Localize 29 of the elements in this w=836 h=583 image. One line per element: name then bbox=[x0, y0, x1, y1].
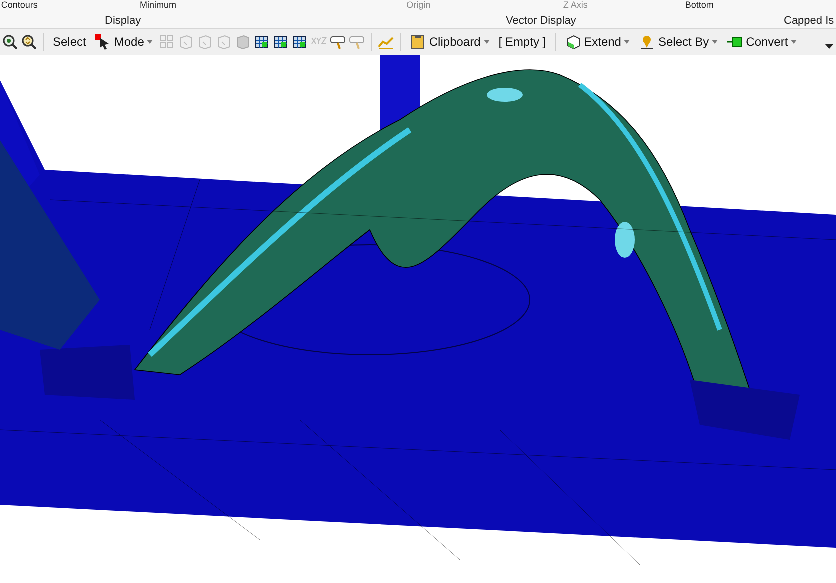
toolbar-dropdown-button[interactable]: Extend bbox=[562, 33, 634, 51]
toolbar-dropdown-button[interactable]: Convert bbox=[724, 33, 800, 51]
caret-icon bbox=[484, 40, 490, 44]
cube-icon bbox=[565, 34, 582, 50]
caret-icon bbox=[791, 40, 798, 44]
clipboard-icon bbox=[410, 34, 426, 50]
mesh-icon[interactable] bbox=[254, 34, 270, 50]
mesh-icon[interactable] bbox=[292, 34, 308, 50]
caret-icon bbox=[147, 40, 154, 44]
ribbon-group-label: Capped Is bbox=[784, 14, 834, 29]
tag-icon[interactable] bbox=[330, 34, 346, 50]
caret-icon bbox=[624, 40, 630, 44]
ribbon-label[interactable]: Contours bbox=[1, 0, 38, 10]
overflow-icon[interactable] bbox=[825, 44, 834, 48]
ribbon-label[interactable]: Bottom bbox=[685, 0, 714, 10]
toolbar-label[interactable]: [ Empty ] bbox=[496, 33, 550, 51]
toolbar-label[interactable]: Select bbox=[50, 33, 90, 51]
mesh-icon[interactable] bbox=[273, 34, 290, 50]
toolbar-dropdown-button[interactable]: Mode bbox=[92, 33, 156, 51]
zoom-icon[interactable] bbox=[2, 34, 18, 50]
ribbon-label[interactable]: Minimum bbox=[140, 0, 177, 10]
toolbar-dropdown-button[interactable]: Clipboard bbox=[407, 33, 493, 51]
caret-icon bbox=[712, 40, 718, 44]
zoom-icon[interactable] bbox=[21, 34, 37, 50]
toolbar-dropdown-button[interactable]: Select By bbox=[636, 33, 722, 51]
pin-icon bbox=[639, 34, 656, 50]
ribbon-group-label: Display bbox=[105, 14, 142, 29]
cursor-icon bbox=[95, 34, 112, 50]
ribbon-group-label: Vector Display bbox=[506, 14, 576, 29]
